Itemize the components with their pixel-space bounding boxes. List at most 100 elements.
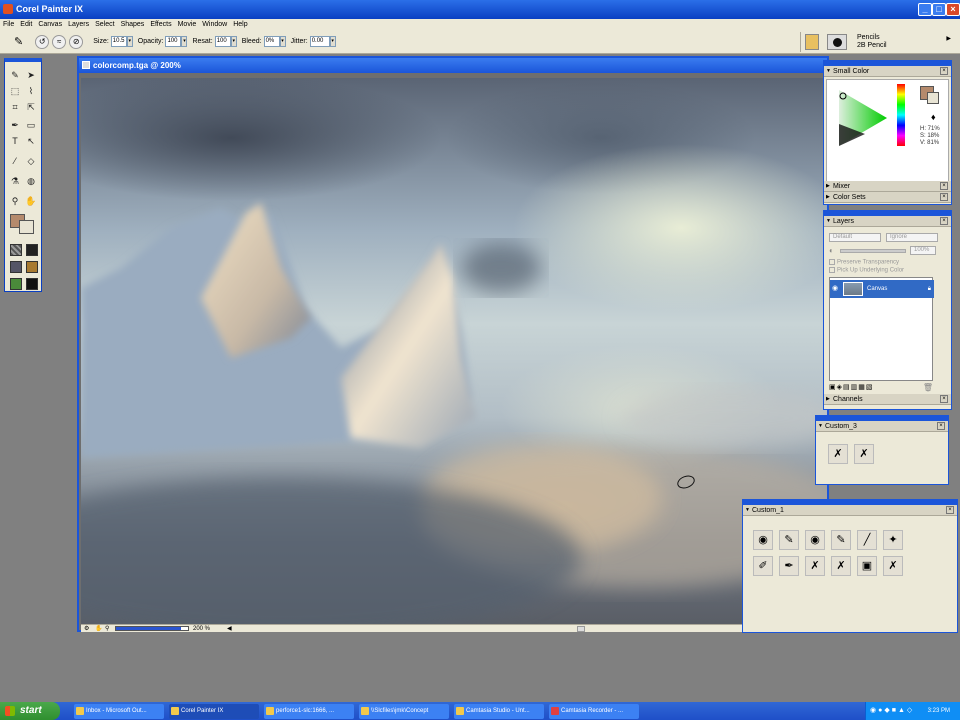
delete-layer-icon[interactable]: 🗑︎	[923, 383, 933, 392]
brush-variant-icon[interactable]	[827, 34, 847, 50]
lasso-icon[interactable]: ⌇	[24, 84, 38, 98]
menu-select[interactable]: Select	[92, 19, 117, 30]
size-spinner[interactable]: ▾	[126, 36, 133, 47]
clone-color-icon[interactable]: ♦	[931, 112, 936, 122]
small-color-close-icon[interactable]: ×	[940, 67, 948, 75]
brush-category[interactable]: Pencils	[857, 34, 880, 41]
bleed-spinner[interactable]: ▾	[279, 36, 286, 47]
custom1-camera-icon[interactable]: ▣	[857, 556, 877, 576]
layer-lock-icon[interactable]: 🔒︎	[928, 280, 931, 298]
small-color-header[interactable]: Small Color ×	[824, 66, 951, 77]
color-sets-header[interactable]: Color Sets ×	[824, 192, 951, 203]
transform-icon[interactable]: ⇱	[24, 100, 38, 114]
color-triangle[interactable]	[835, 84, 925, 154]
opacity-spinner[interactable]: ▾	[181, 36, 188, 47]
preserve-transparency-checkbox[interactable]: Preserve Transparency	[829, 259, 899, 266]
close-button[interactable]: ×	[946, 3, 960, 16]
custom1-pencil-2-icon[interactable]: ✎	[831, 530, 851, 550]
size-input[interactable]: 10.5	[110, 36, 127, 47]
pen-icon[interactable]: ✒	[8, 118, 22, 132]
hue-ring[interactable]	[897, 84, 905, 146]
menu-movie[interactable]: Movie	[175, 19, 200, 30]
reset-tool-icon[interactable]: ↺	[35, 34, 50, 49]
eraser-icon[interactable]: ◇	[24, 154, 38, 168]
composite-method-select[interactable]: Default	[829, 233, 881, 242]
layer-adjuster-icon[interactable]: ➤	[24, 68, 38, 82]
jitter-spinner[interactable]: ▾	[329, 36, 336, 47]
opacity-input[interactable]: 100	[165, 36, 182, 47]
custom-1-close-icon[interactable]: ×	[946, 506, 954, 514]
start-button[interactable]: start	[0, 702, 60, 720]
custom-1-header[interactable]: Custom_1 ×	[743, 505, 957, 516]
navigator-icon[interactable]: ⚙	[84, 625, 89, 632]
menu-edit[interactable]: Edit	[17, 19, 35, 30]
nozzle-selector-icon[interactable]	[10, 278, 22, 290]
task-concept-folder[interactable]: \\Slcfiles\jmk\Concept	[359, 703, 449, 719]
color-sets-close-icon[interactable]: ×	[940, 193, 948, 201]
layer-opacity-value[interactable]: 100%	[910, 246, 936, 255]
bleed-input[interactable]: 0%	[263, 36, 280, 47]
zoom-slider[interactable]	[115, 626, 189, 631]
maximize-button[interactable]: □	[932, 3, 946, 16]
task-perforce[interactable]: perforce1-slc:1666, ...	[264, 703, 354, 719]
text-icon[interactable]: T	[8, 134, 22, 148]
minimize-button[interactable]: _	[918, 3, 932, 16]
zoom-small-icon[interactable]: ⚲	[105, 625, 109, 632]
custom1-x-2-icon[interactable]: ✗	[831, 556, 851, 576]
new-layer-icon[interactable]: ▣	[829, 384, 837, 391]
channels-close-icon[interactable]: ×	[940, 395, 948, 403]
mixer-header[interactable]: Mixer ×	[824, 181, 951, 192]
tray-icons[interactable]: ◉●◆■▲◇	[870, 702, 914, 720]
layer-options-icon[interactable]: ▧	[866, 384, 874, 391]
custom3-brush-1-icon[interactable]: ✗	[828, 444, 848, 464]
paint-bucket-icon[interactable]: ⚗	[8, 174, 22, 188]
document-title-bar[interactable]: colorcomp.tga @ 200%	[79, 58, 827, 73]
layers-header[interactable]: Layers ×	[824, 216, 951, 227]
custom1-x-3-icon[interactable]: ✗	[883, 556, 903, 576]
additional-color-swatch[interactable]	[19, 220, 34, 234]
task-camtasia-studio[interactable]: Camtasia Studio - Unt...	[454, 703, 544, 719]
custom1-x-1-icon[interactable]: ✗	[805, 556, 825, 576]
menu-canvas[interactable]: Canvas	[35, 19, 65, 30]
layer-row-canvas[interactable]: ◉ Canvas 🔒︎	[830, 280, 934, 298]
visibility-eye-icon[interactable]: ◉	[832, 280, 838, 298]
grabber-small-icon[interactable]: ✋	[95, 625, 102, 632]
pattern-selector-icon[interactable]	[10, 261, 22, 273]
paper-selector-icon[interactable]	[10, 244, 22, 256]
menu-window[interactable]: Window	[199, 19, 230, 30]
menu-help[interactable]: Help	[230, 19, 250, 30]
custom1-brush-icon[interactable]: ✐	[753, 556, 773, 576]
custom1-star-icon[interactable]: ✦	[883, 530, 903, 550]
task-painter[interactable]: Corel Painter IX	[169, 703, 259, 719]
rect-select-icon[interactable]: ⬚	[8, 84, 22, 98]
grabber-icon[interactable]: ✋	[24, 194, 38, 208]
scroll-thumb[interactable]	[577, 626, 585, 632]
custom1-pen-icon[interactable]: ✒	[779, 556, 799, 576]
crop-icon[interactable]: ⌗	[8, 100, 22, 114]
stroke-type-2-icon[interactable]: ⊘	[69, 34, 84, 49]
mixer-close-icon[interactable]: ×	[940, 182, 948, 190]
custom-3-close-icon[interactable]: ×	[937, 422, 945, 430]
menu-effects[interactable]: Effects	[147, 19, 174, 30]
custom1-eye-2-icon[interactable]: ◉	[805, 530, 825, 550]
channels-header[interactable]: Channels ×	[824, 394, 951, 405]
new-layer-2-icon[interactable]: ▦	[858, 384, 866, 391]
jitter-input[interactable]: 0.00	[309, 36, 330, 47]
custom3-brush-2-icon[interactable]: ✗	[854, 444, 874, 464]
composite-depth-select[interactable]: Ignore	[886, 233, 938, 242]
gradient-selector-icon[interactable]	[26, 244, 38, 256]
weaving-selector-icon[interactable]	[26, 261, 38, 273]
custom1-eye-1-icon[interactable]: ◉	[753, 530, 773, 550]
brush-menu-arrow-icon[interactable]: ▶	[946, 35, 951, 42]
menu-file[interactable]: File	[0, 19, 17, 30]
look-selector-icon[interactable]	[26, 278, 38, 290]
cloner-icon[interactable]: ◍	[24, 174, 38, 188]
shape-selection-icon[interactable]: ↖	[24, 134, 38, 148]
resat-spinner[interactable]: ▾	[230, 36, 237, 47]
layer-opacity-slider[interactable]	[840, 249, 906, 253]
menu-layers[interactable]: Layers	[65, 19, 92, 30]
layer-mask-icon[interactable]: ▤	[843, 384, 851, 391]
brush-variant[interactable]: 2B Pencil	[857, 42, 887, 49]
rectangle-icon[interactable]: ▭	[24, 118, 38, 132]
brush-category-icon[interactable]	[805, 34, 819, 50]
